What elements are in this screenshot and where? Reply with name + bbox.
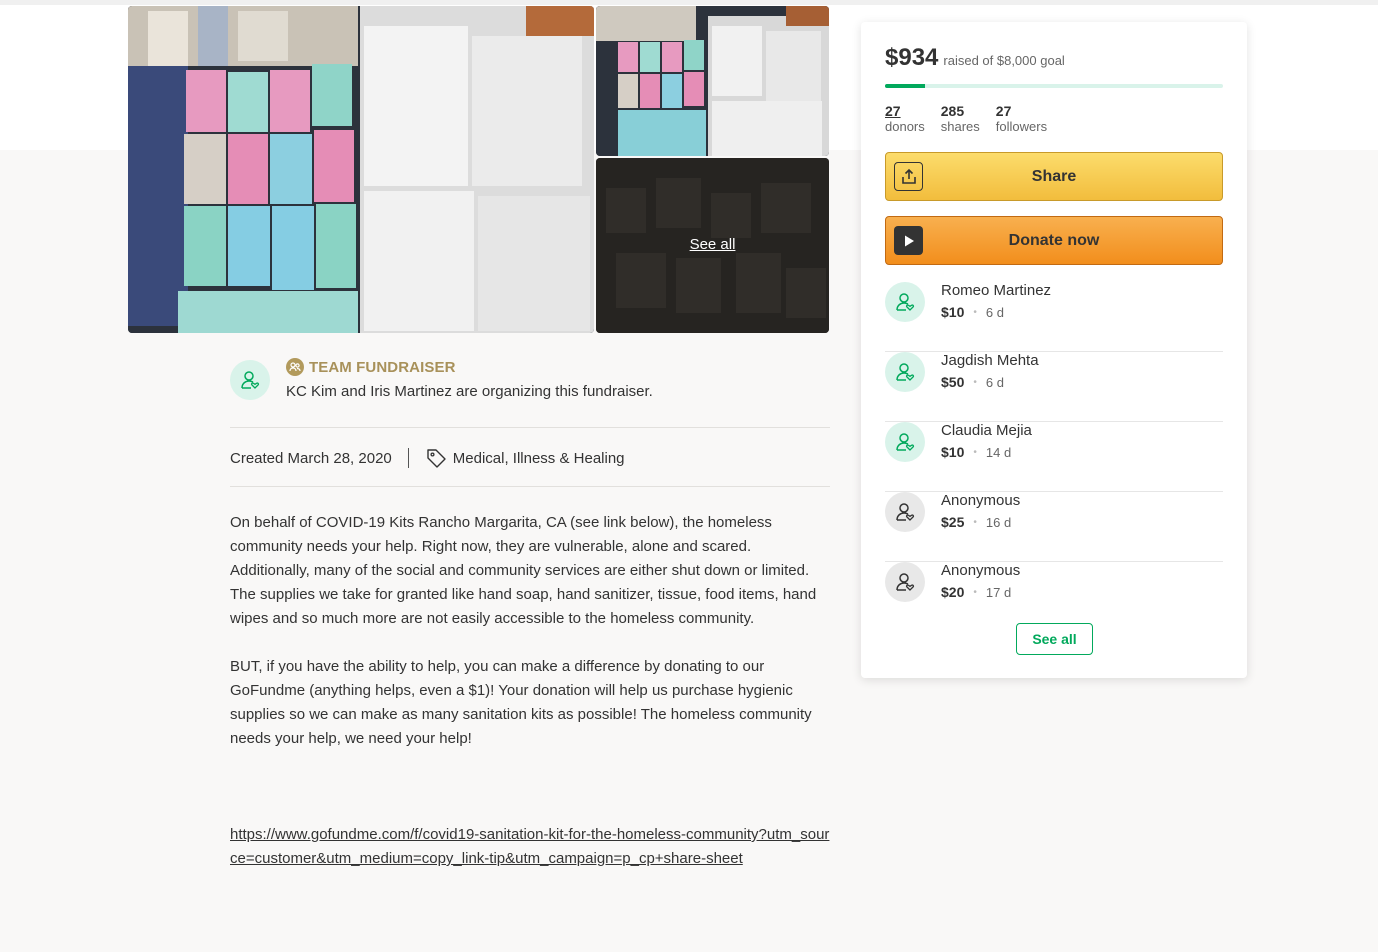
story-body: On behalf of COVID-19 Kits Rancho Margar… [230, 511, 830, 775]
donation-amount: $25 [941, 514, 965, 530]
created-date: Created March 28, 2020 [230, 449, 392, 467]
separator-dot: • [973, 306, 977, 318]
separator-dot: • [973, 516, 977, 528]
story-paragraph: BUT, if you have the ability to help, yo… [230, 658, 812, 747]
secondary-photo-see-all[interactable]: See all [596, 158, 829, 333]
team-icon [286, 358, 304, 376]
campaign-meta: Created March 28, 2020 Medical, Illness … [230, 447, 625, 469]
share-button[interactable]: Share [885, 152, 1223, 201]
separator-dot: • [973, 446, 977, 458]
user-heart-icon [896, 433, 915, 451]
donation-amount: $50 [941, 374, 965, 390]
donor-avatar [885, 422, 925, 462]
donor-name: Jagdish Mehta [941, 352, 1039, 369]
story-external-link[interactable]: https://www.gofundme.com/f/covid19-sanit… [230, 823, 830, 871]
donate-now-button[interactable]: Donate now [885, 216, 1223, 265]
progress-bar [885, 84, 1223, 88]
donation-item: Jagdish Mehta $50 • 6 d [885, 352, 1223, 422]
donation-time: 6 d [985, 304, 1004, 320]
donor-name: Anonymous [941, 562, 1021, 579]
donor-name: Romeo Martinez [941, 282, 1052, 299]
stat-label: donors [885, 119, 925, 134]
campaign-stats: 27 donors 285 shares 27 followers [885, 103, 1047, 134]
user-heart-icon [896, 363, 915, 381]
stat-donors[interactable]: 27 donors [885, 103, 925, 134]
story-paragraph: On behalf of COVID-19 Kits Rancho Margar… [230, 514, 817, 627]
user-heart-icon [896, 293, 915, 311]
organizer-avatar[interactable] [230, 360, 270, 400]
stat-followers: 27 followers [996, 103, 1047, 134]
donation-item: Anonymous $20 • 17 d [885, 562, 1223, 612]
share-icon [894, 162, 923, 191]
donation-item: Romeo Martinez $10 • 6 d [885, 282, 1223, 352]
main-photo[interactable] [128, 6, 594, 333]
stat-label: followers [995, 119, 1048, 134]
donation-item: Claudia Mejia $10 • 14 d [885, 422, 1223, 492]
share-label: Share [1031, 167, 1077, 185]
play-icon [894, 226, 923, 255]
team-fundraiser-badge: TEAM FUNDRAISER [286, 358, 456, 376]
donor-avatar [885, 282, 925, 322]
category-label: Medical, Illness & Healing [452, 449, 625, 467]
donation-detail: $25 • 16 d [941, 514, 1011, 530]
donor-name: Claudia Mejia [941, 422, 1032, 439]
donor-avatar [885, 352, 925, 392]
separator-dot: • [973, 376, 977, 388]
see-all-photos-link[interactable]: See all [596, 236, 829, 253]
meta-separator [407, 448, 409, 468]
secondary-photo[interactable] [596, 6, 829, 156]
donation-detail: $10 • 14 d [941, 444, 1011, 460]
divider [230, 427, 830, 428]
amount-value: $934 [885, 44, 939, 71]
see-all-donations-button[interactable]: See all [1016, 623, 1093, 655]
donation-amount: $10 [941, 304, 965, 320]
progress-fill [885, 84, 925, 88]
donor-name: Anonymous [941, 492, 1021, 509]
category-link[interactable]: Medical, Illness & Healing [425, 447, 625, 469]
donation-detail: $20 • 17 d [941, 584, 1011, 600]
donation-amount: $20 [941, 584, 965, 600]
organizer-text: KC Kim and Iris Martinez are organizing … [286, 383, 653, 400]
stat-label: shares [940, 119, 980, 134]
stat-shares: 285 shares [941, 103, 980, 134]
user-heart-icon [241, 371, 260, 389]
stat-number: 27 [995, 103, 1012, 119]
separator-dot: • [973, 586, 977, 598]
donation-detail: $10 • 6 d [941, 304, 1004, 320]
donation-item: Anonymous $25 • 16 d [885, 492, 1223, 562]
donation-time: 17 d [985, 584, 1012, 600]
divider [230, 486, 830, 487]
user-heart-icon [896, 573, 915, 591]
goal-text: raised of $8,000 goal [943, 53, 1065, 68]
stat-number: 285 [940, 103, 965, 119]
donor-avatar [885, 492, 925, 532]
donation-time: 16 d [985, 514, 1012, 530]
photo-gallery: See all [128, 6, 829, 333]
donate-label: Donate now [1008, 231, 1100, 249]
amount-raised: $934 raised of $8,000 goal [885, 44, 1065, 72]
donation-time: 6 d [985, 374, 1004, 390]
donor-avatar [885, 562, 925, 602]
user-heart-icon [896, 503, 915, 521]
donation-sidebar: $934 raised of $8,000 goal 27 donors 285… [861, 22, 1247, 678]
donation-time: 14 d [985, 444, 1012, 460]
stat-number[interactable]: 27 [885, 103, 925, 119]
team-fundraiser-label: TEAM FUNDRAISER [309, 358, 456, 376]
donation-detail: $50 • 6 d [941, 374, 1004, 390]
donation-amount: $10 [941, 444, 965, 460]
tag-icon [427, 449, 446, 468]
